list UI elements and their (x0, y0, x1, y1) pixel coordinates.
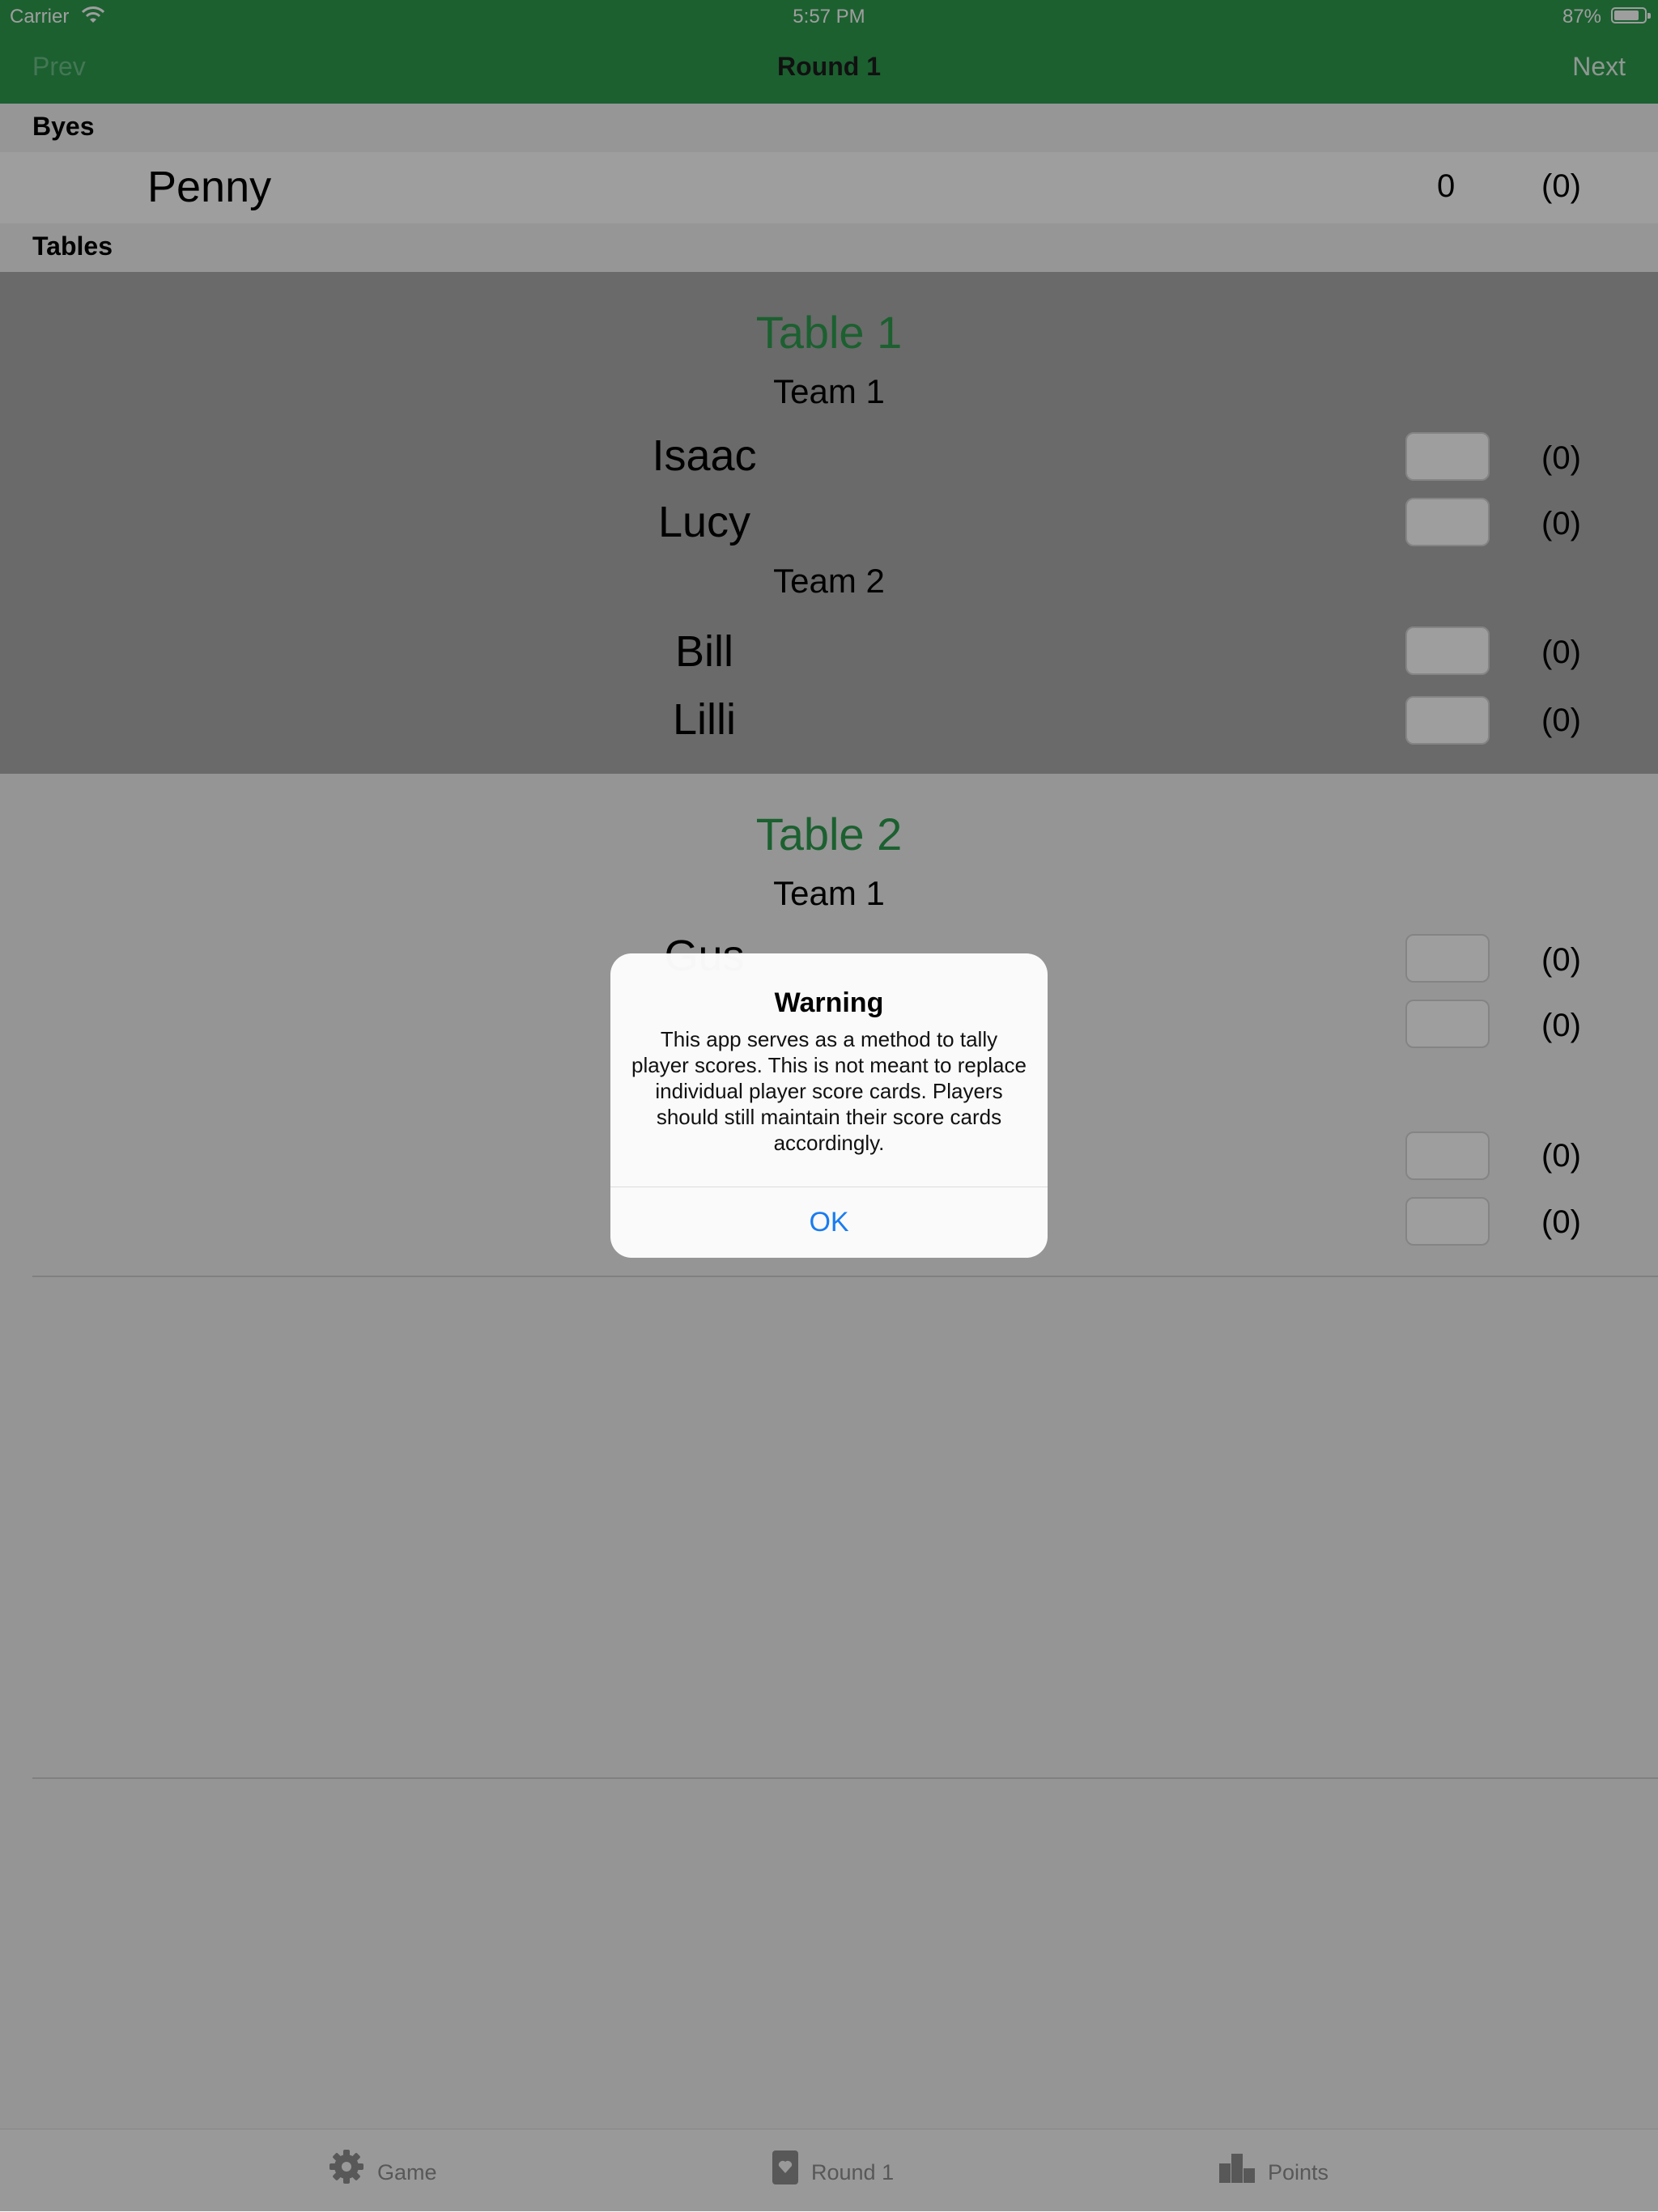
alert-title: Warning (774, 987, 884, 1018)
ok-button[interactable]: OK (610, 1187, 1048, 1258)
alert-message: This app serves as a method to tally pla… (631, 1027, 1027, 1155)
warning-alert: Warning This app serves as a method to t… (610, 953, 1048, 1258)
